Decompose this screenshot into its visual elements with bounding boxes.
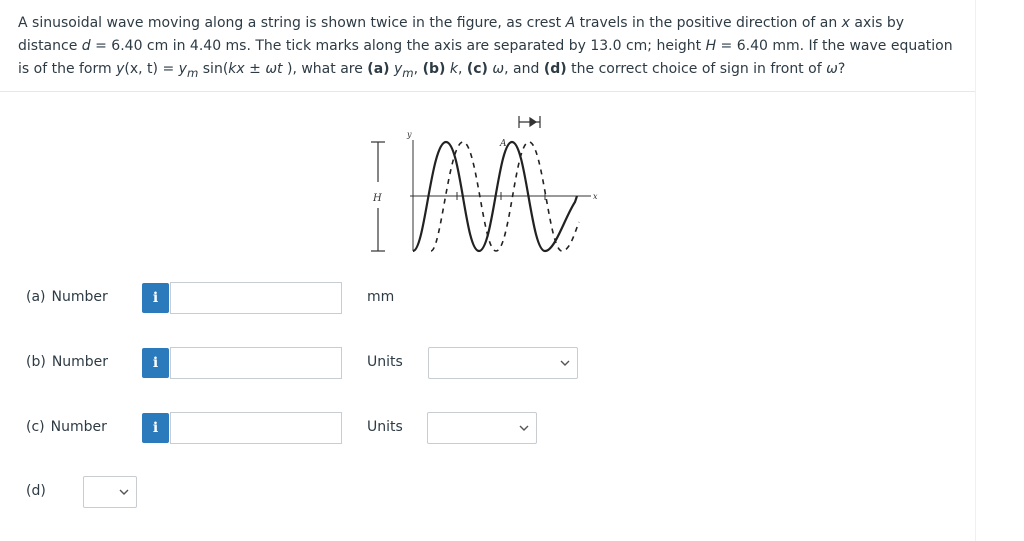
info-button-b[interactable]: i: [142, 348, 169, 378]
units-select-c[interactable]: [427, 412, 537, 444]
answer-label-d: (d): [26, 483, 46, 499]
chevron-down-icon: [519, 425, 529, 431]
question-text: A sinusoidal wave moving along a string …: [18, 15, 953, 80]
units-select-b[interactable]: [428, 347, 578, 379]
label-H: H: [372, 193, 382, 204]
question-divider: [0, 91, 975, 92]
answer-row-a: (a) Number i mm: [0, 280, 975, 316]
unit-label-a: mm: [367, 289, 395, 305]
wave-figure: H y x A: [371, 116, 598, 253]
info-button-a[interactable]: i: [142, 283, 169, 313]
number-input-a[interactable]: [170, 282, 342, 314]
question-panel: A sinusoidal wave moving along a string …: [0, 0, 976, 541]
chevron-down-icon: [560, 360, 570, 366]
units-label-c: Units: [367, 419, 403, 435]
answer-row-b: (b) Number i Units: [0, 345, 975, 381]
label-x: x: [593, 192, 598, 201]
number-input-b[interactable]: [170, 347, 342, 379]
chevron-down-icon: [119, 489, 129, 495]
answer-label-b: (b) Number: [26, 354, 109, 370]
answer-row-c: (c) Number i Units: [0, 410, 975, 446]
answer-label-a: (a) Number: [26, 289, 108, 305]
answer-row-d: (d): [0, 474, 975, 510]
sign-select-d[interactable]: [83, 476, 137, 508]
units-label-b: Units: [367, 354, 403, 370]
answer-label-c: (c) Number: [26, 419, 107, 435]
displacement-marker: [518, 116, 541, 128]
info-button-c[interactable]: i: [142, 413, 169, 443]
label-y: y: [406, 130, 412, 139]
number-input-c[interactable]: [170, 412, 342, 444]
